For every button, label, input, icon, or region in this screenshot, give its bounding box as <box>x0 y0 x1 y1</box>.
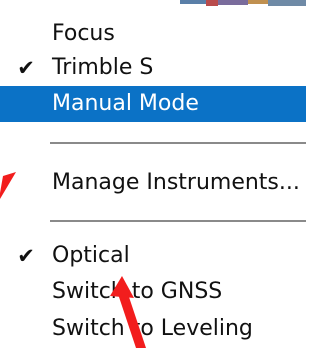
menu-item-focus[interactable]: Focus <box>0 16 306 52</box>
menu-item-label: Trimble S <box>52 55 154 80</box>
context-menu: Focus ✔ Trimble S Manual Mode Manage Ins… <box>0 0 306 348</box>
menu-item-switch-to-gnss[interactable]: Switch to GNSS <box>0 274 306 310</box>
menu-item-label: Manual Mode <box>52 91 199 116</box>
menu-item-label: Switch to GNSS <box>52 279 223 304</box>
menu-item-manage-instruments[interactable]: Manage Instruments... <box>0 165 306 201</box>
menu-item-label: Switch to Leveling <box>52 316 253 341</box>
screenshot: Focus ✔ Trimble S Manual Mode Manage Ins… <box>0 0 306 348</box>
menu-item-label: Focus <box>52 21 115 46</box>
menu-separator <box>50 142 306 144</box>
menu-separator <box>50 220 306 222</box>
checkmark-icon: ✔ <box>17 244 35 268</box>
menu-item-manual-mode[interactable]: Manual Mode <box>0 86 306 122</box>
menu-item-optical[interactable]: ✔ Optical <box>0 238 306 274</box>
menu-item-label: Optical <box>52 243 130 268</box>
menu-item-switch-to-leveling[interactable]: Switch to Leveling <box>0 311 306 347</box>
menu-item-trimble-s[interactable]: ✔ Trimble S <box>0 50 306 86</box>
checkmark-icon: ✔ <box>17 56 35 80</box>
menu-item-label: Manage Instruments... <box>52 170 300 195</box>
